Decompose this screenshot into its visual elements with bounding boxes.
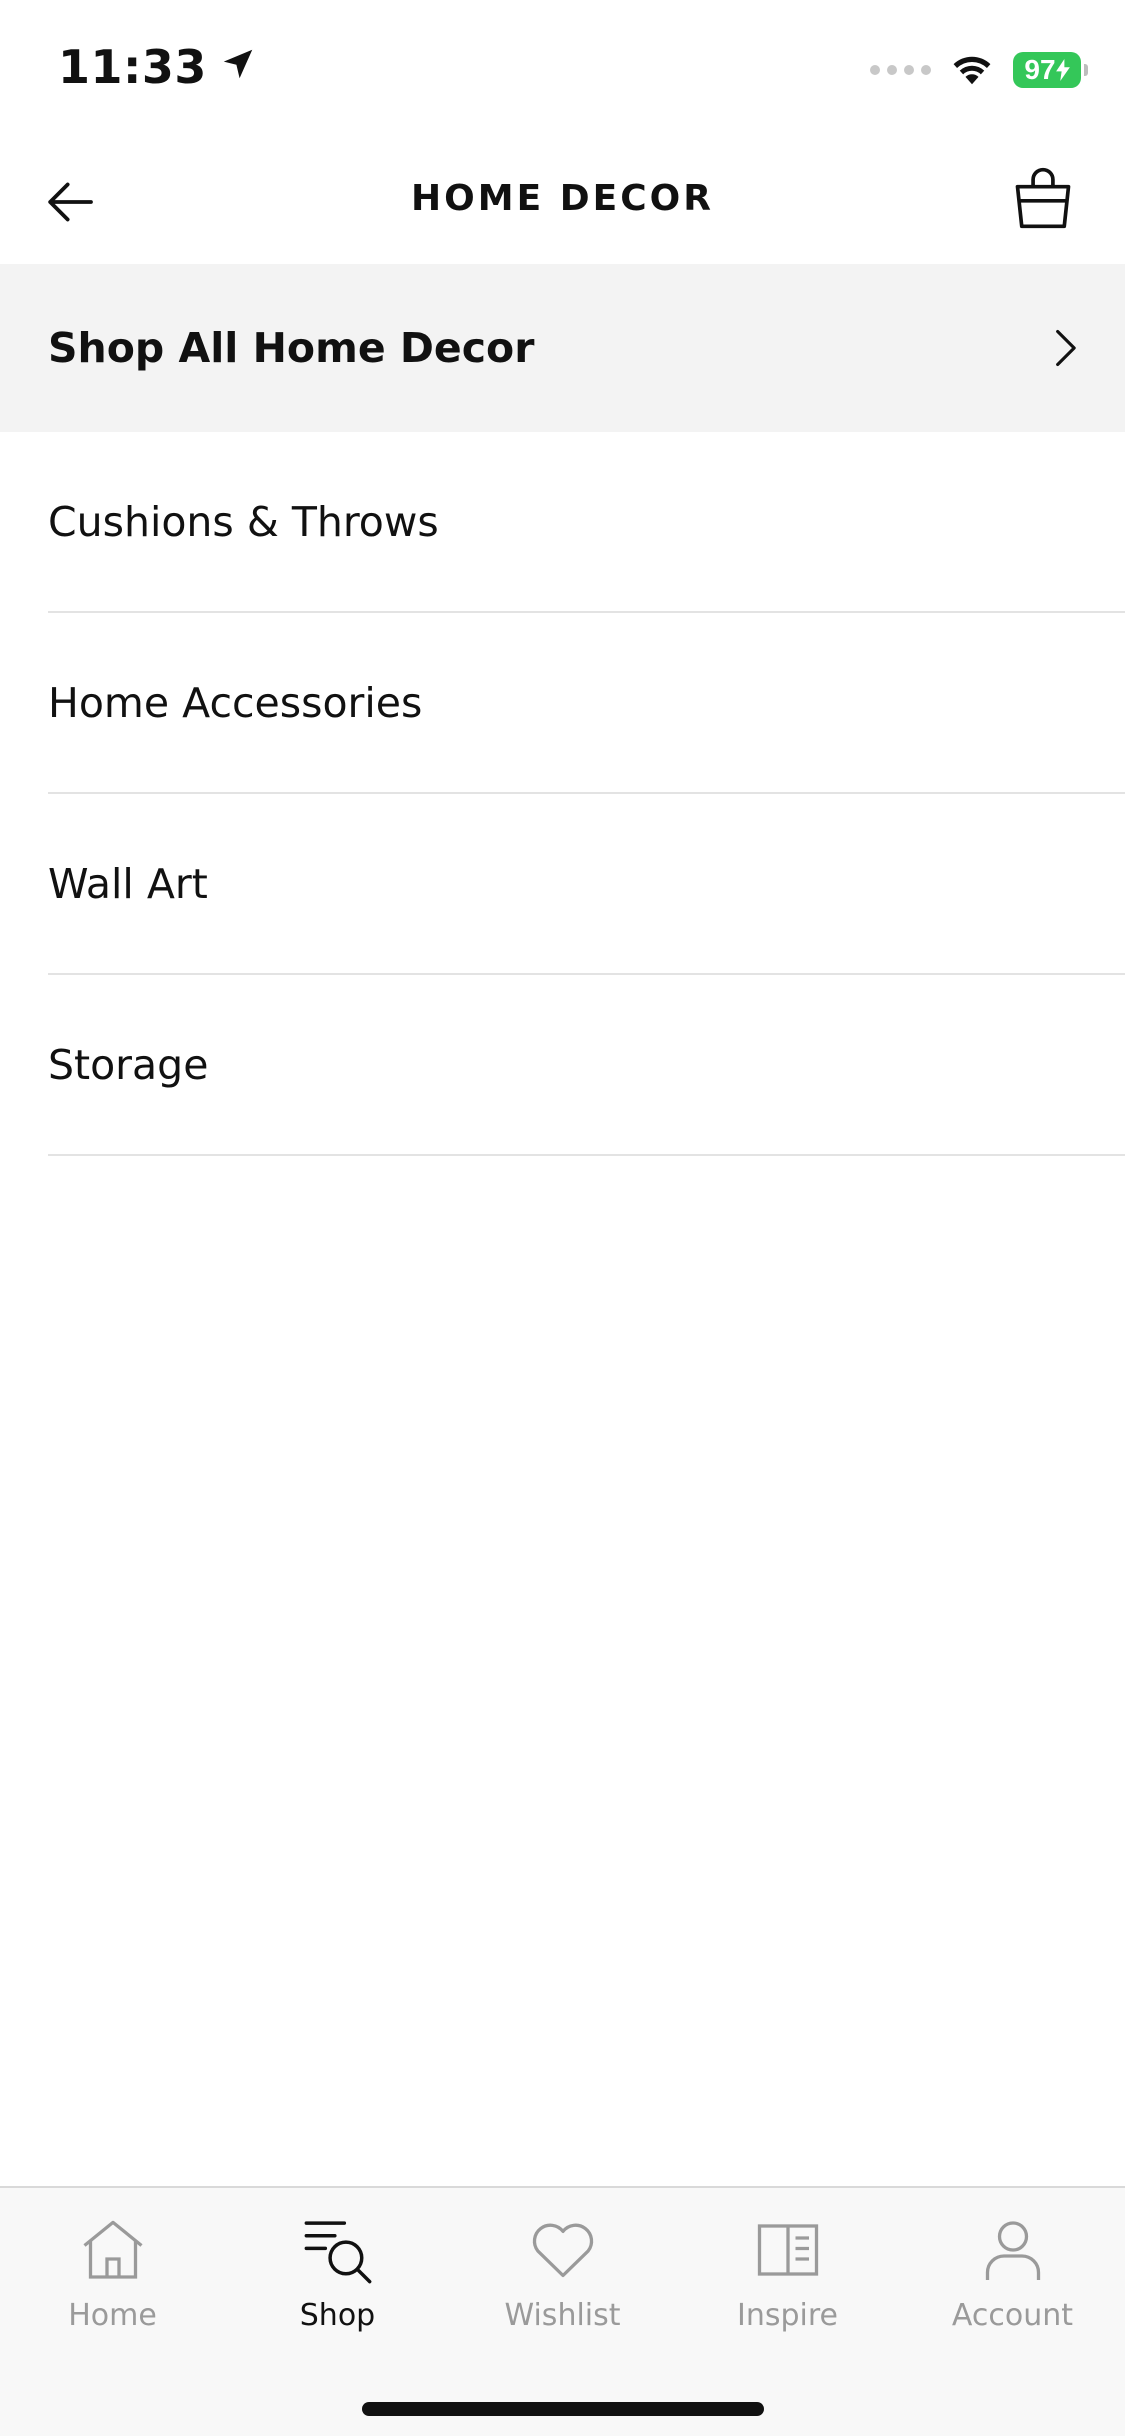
home-icon [73, 2210, 153, 2290]
location-arrow-icon [219, 40, 257, 94]
status-indicators: 97 [870, 50, 1088, 90]
nav-bar: HOME DECOR [0, 140, 1125, 264]
shopping-bag-button[interactable] [1007, 162, 1079, 234]
category-label: Home Accessories [48, 678, 423, 727]
category-list: Cushions & Throws Home Accessories Wall … [0, 432, 1125, 1156]
category-label: Wall Art [48, 859, 208, 908]
shop-all-label: Shop All Home Decor [48, 324, 535, 372]
battery-icon: 97 [1013, 52, 1088, 88]
shopping-bag-icon [1015, 167, 1071, 229]
cellular-signal-icon [870, 65, 931, 75]
tab-wishlist[interactable]: Wishlist [450, 2210, 675, 2338]
tab-inspire[interactable]: Inspire [675, 2210, 900, 2338]
page-title: HOME DECOR [411, 178, 714, 219]
user-icon [973, 2210, 1053, 2290]
wifi-icon [949, 50, 995, 90]
chevron-right-icon [1043, 324, 1087, 376]
status-time-text: 11:33 [58, 40, 207, 94]
battery-level: 97 [1024, 54, 1056, 85]
tab-shop[interactable]: Shop [225, 2210, 450, 2338]
tab-label: Home [68, 2298, 157, 2333]
book-icon [748, 2210, 828, 2290]
tab-label: Wishlist [504, 2298, 621, 2333]
category-label: Storage [48, 1040, 209, 1089]
category-item-cushions-throws[interactable]: Cushions & Throws [48, 432, 1125, 613]
charging-bolt-icon [1055, 59, 1070, 81]
shop-all-home-decor-row[interactable]: Shop All Home Decor [0, 264, 1125, 432]
tab-label: Shop [299, 2298, 376, 2333]
category-item-wall-art[interactable]: Wall Art [48, 794, 1125, 975]
category-label: Cushions & Throws [48, 497, 439, 546]
category-item-home-accessories[interactable]: Home Accessories [48, 613, 1125, 794]
tab-bar: Home Shop Wishlist Inspire Account [0, 2186, 1125, 2436]
tab-label: Account [951, 2298, 1074, 2333]
home-indicator [362, 2402, 764, 2416]
shop-search-icon [298, 2210, 378, 2290]
category-item-storage[interactable]: Storage [48, 975, 1125, 1156]
status-bar: 11:33 97 [0, 0, 1125, 140]
heart-icon [523, 2210, 603, 2290]
status-time: 11:33 [58, 40, 257, 94]
tab-account[interactable]: Account [900, 2210, 1125, 2338]
tab-home[interactable]: Home [0, 2210, 225, 2338]
tab-label: Inspire [736, 2298, 838, 2333]
